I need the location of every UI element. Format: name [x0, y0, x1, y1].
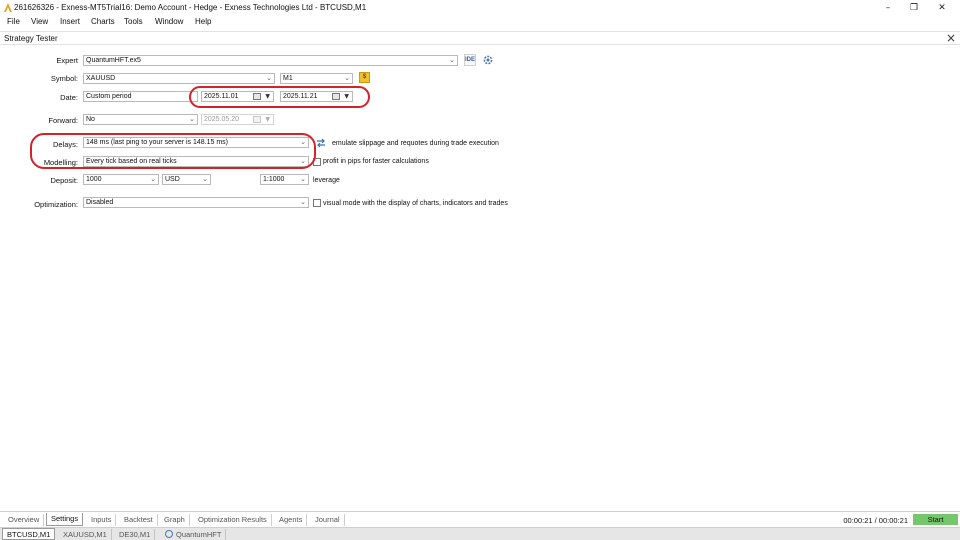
menu-window[interactable]: Window	[155, 17, 183, 26]
currency-select[interactable]: USD ⌄	[162, 174, 211, 185]
window-title: 261626326 - Exness-MT5Trial16: Demo Acco…	[14, 3, 367, 12]
chart-tabs: BTCUSD,M1 XAUUSD,M1 DE30,M1 QuantumHFT	[0, 527, 960, 540]
delays-select[interactable]: 148 ms (last ping to your server is 148.…	[83, 137, 309, 148]
delays-label: Delays:	[52, 140, 78, 149]
chevron-down-icon: ⌄	[189, 115, 195, 123]
slippage-settings-icon[interactable]	[315, 137, 327, 149]
forward-value: No	[86, 116, 95, 123]
tester-icon	[165, 530, 173, 538]
chevron-down-icon: ⌄	[150, 175, 156, 183]
restore-icon[interactable]: ❐	[903, 1, 925, 15]
date-label: Date:	[60, 93, 78, 102]
tester-tabs: Overview Settings Inputs Backtest Graph …	[0, 511, 960, 526]
tab-graph[interactable]: Graph	[160, 514, 190, 526]
symbol-select[interactable]: XAUUSD ⌄	[83, 73, 275, 84]
tab-agents[interactable]: Agents	[275, 514, 308, 526]
calendar-icon[interactable]	[253, 93, 261, 100]
symbol-spec-button[interactable]: $	[359, 72, 370, 83]
deposit-label: Deposit:	[50, 176, 78, 185]
visual-mode-label: visual mode with the display of charts, …	[323, 200, 508, 207]
forward-date-field: 2025.05.20 ▼	[201, 114, 274, 125]
menu-help[interactable]: Help	[195, 17, 211, 26]
tab-inputs[interactable]: Inputs	[87, 514, 117, 526]
symbol-label: Symbol:	[50, 74, 78, 83]
menu-tools[interactable]: Tools	[124, 17, 143, 26]
caret-down-icon: ▼	[344, 93, 349, 100]
calendar-icon[interactable]	[332, 93, 340, 100]
tab-backtest[interactable]: Backtest	[120, 514, 158, 526]
tab-journal[interactable]: Journal	[311, 514, 345, 526]
strategy-tester-header: Strategy Tester ×	[0, 31, 960, 45]
caret-down-icon: ▼	[265, 116, 270, 123]
minimize-icon[interactable]: –	[877, 1, 899, 15]
app-icon	[4, 3, 12, 12]
elapsed-timer: 00:00:21 / 00:00:21	[843, 516, 908, 525]
caret-down-icon: ▼	[265, 93, 270, 100]
calendar-icon	[253, 116, 261, 123]
forward-date-value: 2025.05.20	[204, 116, 240, 123]
settings-gear-icon[interactable]	[482, 54, 494, 66]
visual-mode-checkbox[interactable]	[313, 199, 321, 207]
start-button[interactable]: Start	[913, 514, 958, 525]
optimization-label: Optimization:	[34, 200, 78, 209]
date-period-value: Custom period	[86, 93, 132, 100]
optimization-value: Disabled	[86, 199, 114, 206]
panel-title: Strategy Tester	[4, 34, 58, 43]
date-period-select[interactable]: Custom period	[83, 91, 198, 102]
date-from-value: 2025.11.01	[204, 93, 239, 100]
title-bar: 261626326 - Exness-MT5Trial16: Demo Acco…	[0, 0, 960, 16]
leverage-label: leverage	[313, 177, 340, 184]
chevron-down-icon: ⌄	[266, 74, 272, 82]
date-to-value: 2025.11.21	[283, 93, 318, 100]
deposit-select[interactable]: 1000 ⌄	[83, 174, 159, 185]
close-panel-icon[interactable]: ×	[946, 31, 956, 45]
deposit-value: 1000	[86, 176, 102, 183]
leverage-select[interactable]: 1:1000 ⌄	[260, 174, 309, 185]
chevron-down-icon: ⌄	[300, 175, 306, 183]
chart-tab-quantumhft[interactable]: QuantumHFT	[161, 529, 227, 540]
chevron-down-icon: ⌄	[300, 198, 306, 206]
profit-pips-checkbox[interactable]	[313, 158, 321, 166]
forward-label: Forward:	[48, 116, 78, 125]
expert-select[interactable]: QuantumHFT.ex5 ⌄	[83, 55, 458, 66]
tab-optimization-results[interactable]: Optimization Results	[194, 514, 272, 526]
menu-charts[interactable]: Charts	[91, 17, 115, 26]
optimization-select[interactable]: Disabled ⌄	[83, 197, 309, 208]
leverage-value: 1:1000	[263, 176, 285, 183]
currency-value: USD	[165, 176, 180, 183]
modelling-label: Modelling:	[43, 158, 78, 167]
profit-pips-label: profit in pips for faster calculations	[323, 158, 429, 165]
date-to-field[interactable]: 2025.11.21 ▼	[280, 91, 353, 102]
modelling-select[interactable]: Every tick based on real ticks ⌄	[83, 156, 309, 167]
chart-tab-quantumhft-label: QuantumHFT	[176, 530, 222, 539]
symbol-value: XAUUSD	[86, 75, 116, 82]
expert-value: QuantumHFT.ex5	[86, 57, 141, 64]
expert-label: Expert	[56, 56, 78, 65]
chevron-down-icon: ⌄	[300, 138, 306, 146]
slippage-note: emulate slippage and requotes during tra…	[332, 140, 499, 147]
modelling-value: Every tick based on real ticks	[86, 158, 177, 165]
tab-settings[interactable]: Settings	[46, 513, 84, 526]
menu-view[interactable]: View	[31, 17, 48, 26]
chevron-down-icon: ⌄	[449, 56, 455, 64]
menu-insert[interactable]: Insert	[60, 17, 80, 26]
tab-overview[interactable]: Overview	[4, 514, 45, 526]
timeframe-select[interactable]: M1 ⌄	[280, 73, 353, 84]
chevron-down-icon: ⌄	[300, 157, 306, 165]
chevron-down-icon: ⌄	[344, 74, 350, 82]
menu-file[interactable]: File	[7, 17, 20, 26]
timeframe-value: M1	[283, 75, 293, 82]
menu-bar: File View Insert Charts Tools Window Hel…	[0, 16, 960, 28]
date-from-field[interactable]: 2025.11.01 ▼	[201, 91, 274, 102]
close-window-icon[interactable]: ✕	[931, 1, 953, 15]
chart-tab-btcusd[interactable]: BTCUSD,M1	[2, 528, 56, 540]
chart-tab-xauusd[interactable]: XAUUSD,M1	[59, 529, 112, 540]
chart-tab-de30[interactable]: DE30,M1	[115, 529, 156, 540]
delays-value: 148 ms (last ping to your server is 148.…	[86, 139, 229, 146]
forward-select[interactable]: No ⌄	[83, 114, 198, 125]
ide-button[interactable]: IDE	[464, 54, 476, 66]
chevron-down-icon: ⌄	[202, 175, 208, 183]
